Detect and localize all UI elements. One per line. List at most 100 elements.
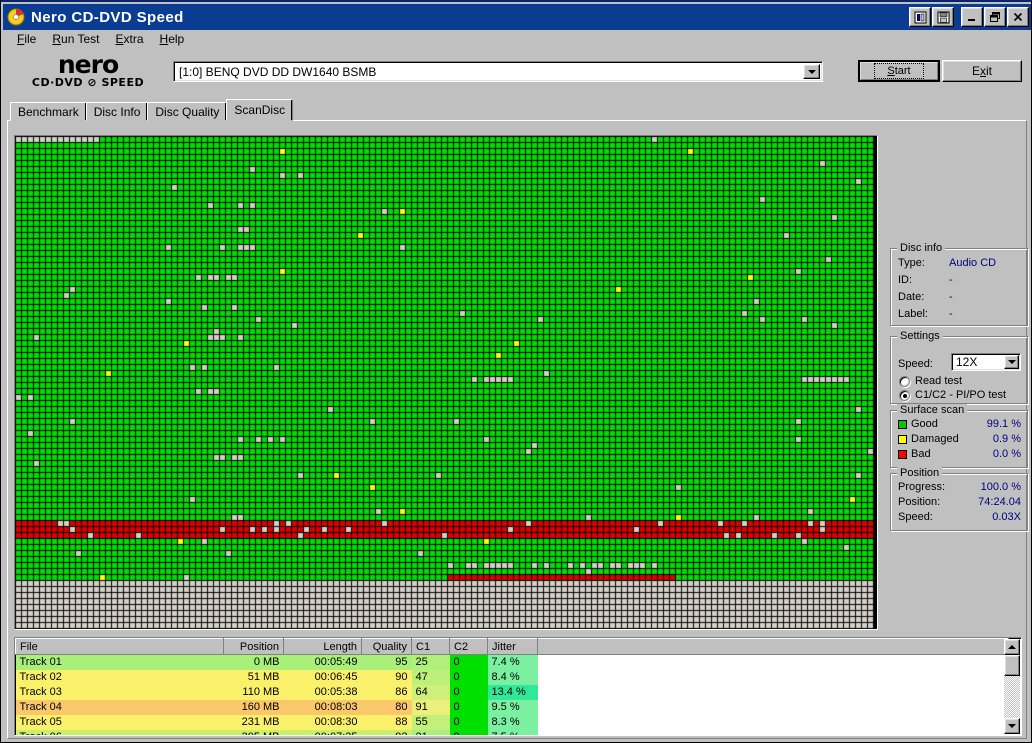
cell-pad (537, 684, 1009, 700)
radio-read-test[interactable]: Read test (899, 375, 962, 387)
table-row[interactable]: Track 01 0 MB 00:05:49 95 25 0 7.4 % (15, 654, 1009, 670)
start-button-focus: Start (874, 63, 924, 79)
tab-disc-quality[interactable]: Disc Quality (147, 102, 228, 121)
chevron-down-glyph (807, 69, 816, 74)
track-table-head: File Position Length Quality C1 C2 Jitter (15, 638, 1009, 655)
legend-bad-swatch (898, 450, 907, 459)
disc-info-type-label: Type: (898, 257, 925, 269)
start-accel: S (887, 65, 895, 77)
disc-info-date-value: - (949, 291, 953, 303)
cell-c2: 0 (449, 684, 488, 700)
table-row[interactable]: Track 06305 MB00:07:35922107.5 % (15, 729, 1009, 735)
table-row[interactable]: Track 05 231 MB 00:08:30 88 55 0 8.3 % (15, 714, 1009, 730)
cell-c1: 55 (411, 714, 450, 730)
triangle-up-icon (1008, 645, 1016, 649)
speed-readout-label: Speed: (898, 511, 933, 523)
tab-disc-info[interactable]: Disc Info (85, 102, 149, 121)
speed-select[interactable]: 12X (951, 353, 1021, 371)
restore-button[interactable] (984, 7, 1006, 27)
speed-readout-value: 0.03X (992, 511, 1021, 523)
track-table: File Position Length Quality C1 C2 Jitter Trac… (15, 638, 1009, 735)
legend-damaged-value: 0.9 % (992, 433, 1021, 445)
cell-quality: 92 (361, 729, 412, 735)
menu-help[interactable]: Help (152, 31, 193, 47)
surface-scan-map[interactable] (14, 135, 878, 630)
table-row[interactable]: Track 02 51 MB 00:06:45 90 47 0 8.4 % (15, 669, 1009, 685)
column-header-position[interactable]: Position (223, 638, 284, 655)
cell-position: 305 MB (223, 729, 284, 735)
column-header-jitter[interactable]: Jitter (487, 638, 538, 655)
tab-scandisc[interactable]: ScanDisc (226, 99, 294, 121)
cell-jitter: 7.4 % (487, 654, 538, 670)
table-row[interactable]: Track 04 160 MB 00:08:03 80 91 0 9.5 % (15, 699, 1009, 715)
close-button[interactable] (1007, 7, 1029, 27)
legend-good-value: 99.1 % (986, 418, 1021, 430)
tab-bar: Benchmark Disc Info Disc Quality ScanDis… (10, 99, 1024, 121)
track-results-list[interactable]: File Position Length Quality C1 C2 Jitter Trac… (14, 637, 1022, 736)
position-label: Position: (898, 496, 941, 508)
column-header-length[interactable]: Length (283, 638, 362, 655)
legend-good-label: Good (911, 418, 938, 430)
scroll-down-button[interactable] (1004, 718, 1020, 734)
cell-c2: 0 (449, 654, 488, 670)
drive-select-value: [1:0] BENQ DVD DD DW1640 BSMB (179, 64, 377, 79)
cell-quality: 95 (361, 654, 412, 670)
progress-value: 100.0 % (980, 481, 1021, 493)
column-header-pad[interactable] (537, 638, 1009, 655)
drive-select[interactable]: [1:0] BENQ DVD DD DW1640 BSMB (173, 61, 823, 82)
menu-file[interactable]: File (9, 31, 44, 47)
menu-extra[interactable]: Extra (108, 31, 152, 47)
disc-info-legend: Disc info (897, 242, 946, 254)
menu-run-test[interactable]: Run Test (44, 31, 107, 47)
column-header-file[interactable]: File (15, 638, 224, 655)
start-button-inner: Start (860, 62, 938, 80)
column-header-c1[interactable]: C1 (411, 638, 450, 655)
tab-disc-quality-label: Disc Quality (155, 104, 220, 119)
radio-c1c2-test[interactable]: C1/C2 - PI/PO test (899, 389, 1006, 401)
disc-info-date-label: Date: (898, 291, 925, 303)
radio-c1c2-test-label: C1/C2 - PI/PO test (915, 389, 1007, 401)
cell-file: Track 01 (15, 654, 224, 670)
cell-c1: 47 (411, 669, 450, 685)
menu-bar: File Run Test Extra Help (3, 30, 1031, 49)
position-group: Position Progress: 100.0 % Position: 74:… (890, 467, 1028, 531)
cell-file: Track 03 (15, 684, 224, 700)
cell-file: Track 06 (15, 729, 224, 735)
nero-logo: nero CD·DVD ⊘ SPEED (13, 52, 163, 91)
scroll-up-button[interactable] (1004, 639, 1020, 655)
surface-scan-canvas (15, 136, 877, 629)
cell-pad (537, 654, 1009, 670)
cell-c1: 64 (411, 684, 450, 700)
list-scrollbar[interactable] (1004, 639, 1020, 734)
exit-button[interactable]: Exit (942, 60, 1022, 82)
legend-bad-value: 0.0 % (992, 448, 1021, 460)
cell-quality: 88 (361, 714, 412, 730)
cell-length: 00:05:49 (283, 654, 362, 670)
chevron-down-icon[interactable] (1004, 355, 1019, 369)
cell-length: 00:08:03 (283, 699, 362, 715)
cell-file: Track 02 (15, 669, 224, 685)
exit-accel: x (980, 64, 986, 78)
table-row[interactable]: Track 03 110 MB 00:05:38 86 64 0 13.4 % (15, 684, 1009, 700)
minimize-button[interactable] (961, 7, 983, 27)
speed-select-value: 12X (956, 355, 978, 369)
cell-pad (537, 714, 1009, 730)
cell-length: 00:05:38 (283, 684, 362, 700)
start-label-rest: tart (894, 65, 911, 77)
cell-c2: 0 (449, 669, 488, 685)
triangle-down-icon (1008, 724, 1016, 728)
start-button[interactable]: Start (858, 60, 940, 82)
scrollbar-track[interactable] (1004, 655, 1020, 718)
cell-position: 231 MB (223, 714, 284, 730)
tab-benchmark[interactable]: Benchmark (10, 102, 87, 121)
scrollbar-thumb[interactable] (1004, 655, 1020, 676)
cell-position: 160 MB (223, 699, 284, 715)
save-button[interactable] (932, 7, 954, 27)
column-header-quality[interactable]: Quality (361, 638, 412, 655)
cell-position: 0 MB (223, 654, 284, 670)
cell-c1: 25 (411, 654, 450, 670)
column-header-c2[interactable]: C2 (449, 638, 488, 655)
progress-label: Progress: (898, 481, 946, 493)
copy-button[interactable] (909, 7, 931, 27)
chevron-down-icon[interactable] (803, 64, 820, 79)
